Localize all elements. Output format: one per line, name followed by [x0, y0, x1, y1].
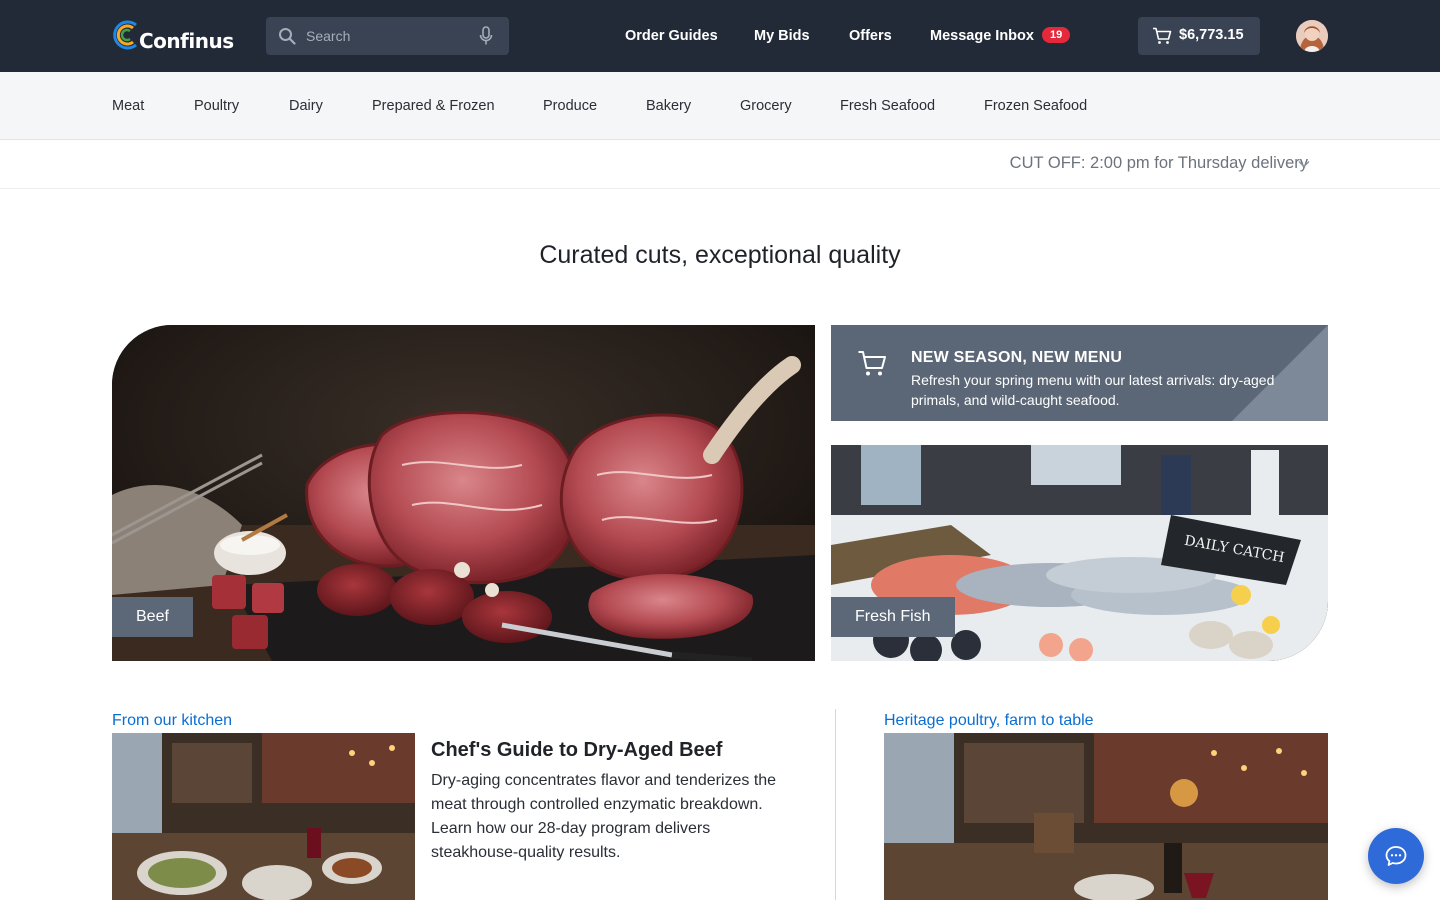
search-input[interactable] [306, 17, 466, 55]
category-bar: Meat Poultry Dairy Prepared & Frozen Pro… [0, 72, 1440, 140]
category-meat[interactable]: Meat [112, 72, 144, 140]
user-avatar[interactable] [1296, 20, 1328, 52]
nav-offers-label: Offers [849, 28, 892, 44]
top-navigation-bar: Confinus Order Guides My Bids Offers Mes… [0, 0, 1440, 72]
nav-message-inbox-label: Message Inbox [930, 28, 1034, 44]
kitchen-section-title[interactable]: From our kitchen [112, 712, 232, 730]
category-fresh-seafood[interactable]: Fresh Seafood [840, 72, 935, 140]
page-headline: Curated cuts, exceptional quality [539, 241, 901, 269]
fresh-fish-hero-tile[interactable]: DAILY CATCH Fresh Fish [831, 445, 1328, 661]
chat-button[interactable] [1368, 828, 1424, 884]
category-poultry[interactable]: Poultry [194, 72, 239, 140]
cart-icon [858, 351, 886, 376]
restaurant-table-photo [112, 733, 415, 900]
beef-cuts-photo [112, 325, 815, 661]
fresh-fish-tile-label: Fresh Fish [831, 597, 955, 637]
restaurant-interior-photo [884, 733, 1328, 900]
section-divider [835, 709, 836, 900]
beef-tile-label: Beef [112, 597, 193, 637]
kitchen-article-title[interactable]: Chef's Guide to Dry-Aged Beef [431, 739, 722, 762]
kitchen-article-image[interactable] [112, 733, 415, 900]
poultry-section-title[interactable]: Heritage poultry, farm to table [884, 712, 1094, 730]
nav-offers[interactable]: Offers [849, 0, 892, 72]
cart-total: $6,773.15 [1179, 27, 1244, 43]
category-grocery[interactable]: Grocery [740, 72, 792, 140]
logo-mark-icon [113, 20, 137, 50]
nav-my-bids[interactable]: My Bids [754, 0, 810, 72]
avatar-portrait-icon [1296, 20, 1328, 52]
poultry-article-image[interactable] [884, 733, 1328, 900]
inbox-count-badge: 19 [1041, 27, 1071, 44]
cart-icon [1153, 27, 1172, 44]
nav-message-inbox[interactable]: Message Inbox 19 [930, 0, 1071, 72]
promo-banner[interactable]: NEW SEASON, NEW MENU Refresh your spring… [831, 325, 1328, 421]
nav-order-guides-label: Order Guides [625, 28, 718, 44]
logo-text: Confinus [139, 29, 234, 53]
promo-title: NEW SEASON, NEW MENU [911, 349, 1123, 366]
search-icon[interactable] [278, 27, 296, 45]
promo-body: Refresh your spring menu with our latest… [911, 372, 1275, 408]
kitchen-article-body: Dry-aging concentrates flavor and tender… [431, 772, 777, 861]
microphone-icon[interactable] [478, 26, 494, 46]
chat-bubble-icon [1385, 846, 1407, 866]
beef-hero-tile[interactable]: Beef [112, 325, 815, 661]
delivery-cutoff-bar: CUT OFF: 2:00 pm for Thursday delivery [0, 140, 1440, 189]
chevron-down-icon[interactable] [1297, 157, 1311, 171]
nav-order-guides[interactable]: Order Guides [625, 0, 718, 72]
category-bakery[interactable]: Bakery [646, 72, 691, 140]
nav-my-bids-label: My Bids [754, 28, 810, 44]
delivery-cutoff-dropdown[interactable]: CUT OFF: 2:00 pm for Thursday delivery [1010, 154, 1308, 173]
cart-button[interactable]: $6,773.15 [1138, 17, 1260, 55]
category-dairy[interactable]: Dairy [289, 72, 323, 140]
confinus-logo[interactable]: Confinus [112, 19, 234, 53]
search-bar[interactable] [266, 17, 509, 55]
category-frozen-seafood[interactable]: Frozen Seafood [984, 72, 1087, 140]
category-produce[interactable]: Produce [543, 72, 597, 140]
category-prepared-frozen[interactable]: Prepared & Frozen [372, 72, 495, 140]
